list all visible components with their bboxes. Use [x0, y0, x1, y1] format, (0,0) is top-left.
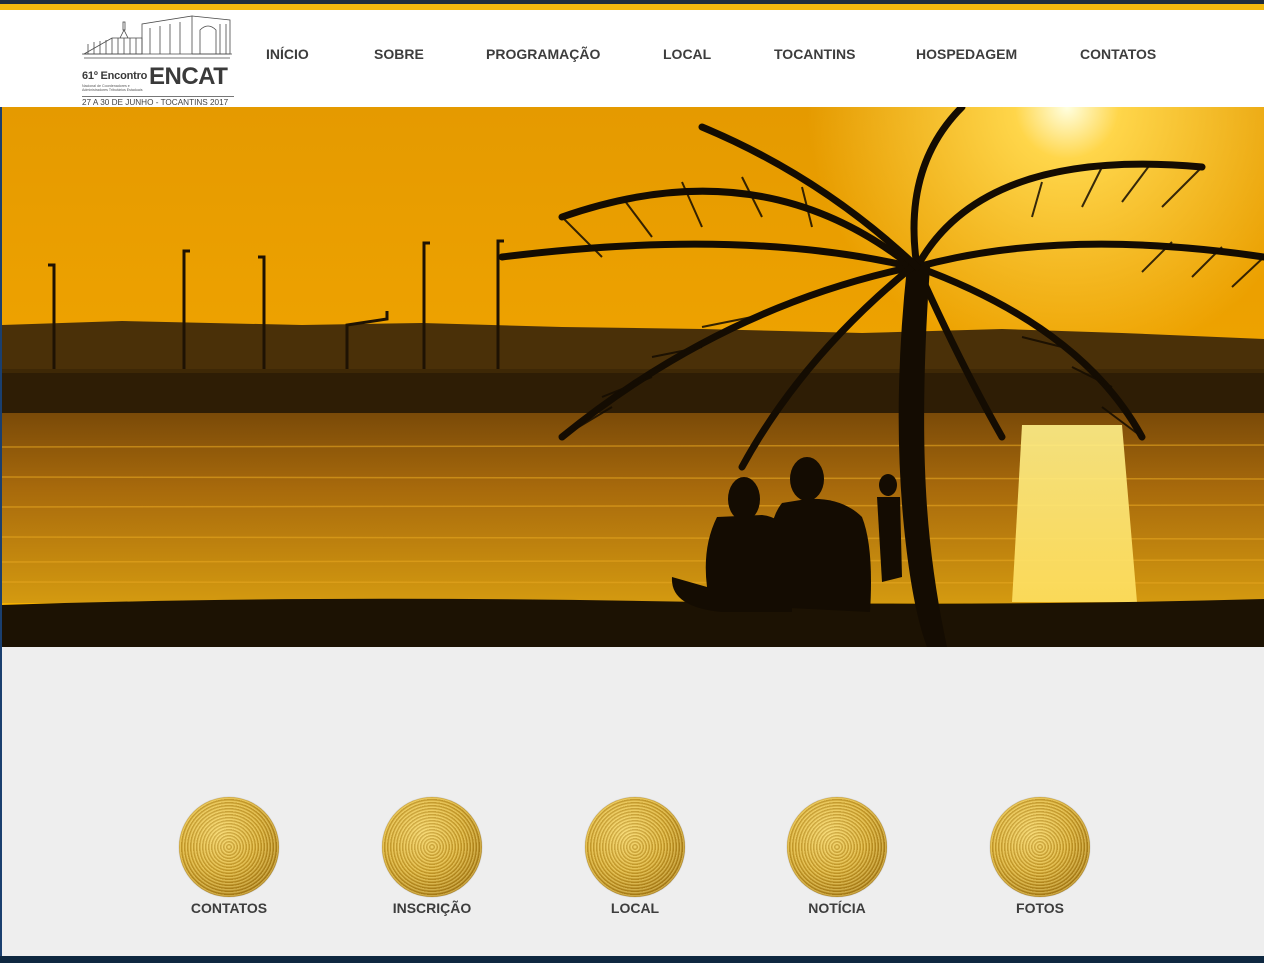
gold-coin-icon[interactable]: [585, 797, 685, 897]
gold-coin-icon[interactable]: [787, 797, 887, 897]
quick-link-label[interactable]: FOTOS: [950, 900, 1130, 916]
nav-item-local[interactable]: LOCAL: [663, 46, 711, 62]
gold-coin-icon[interactable]: [382, 797, 482, 897]
nav-item-tocantins[interactable]: TOCANTINS: [774, 46, 855, 62]
sunset-beach-photo: [2, 107, 1264, 647]
nav-item-contatos[interactable]: CONTATOS: [1080, 46, 1156, 62]
logo-subtitle-text: Nacional de Coordenadores e Administrado…: [82, 84, 143, 92]
site-header: 61º Encontro Nacional de Coordenadores e…: [0, 10, 1264, 107]
quick-link-noticia[interactable]: NOTÍCIA: [747, 797, 927, 917]
encat-logo[interactable]: 61º Encontro Nacional de Coordenadores e…: [82, 14, 234, 107]
nav-item-inicio[interactable]: INÍCIO: [266, 46, 309, 62]
quick-link-label[interactable]: CONTATOS: [139, 900, 319, 916]
gold-coin-icon[interactable]: [990, 797, 1090, 897]
nav-item-hospedagem[interactable]: HOSPEDAGEM: [916, 46, 1017, 62]
hero-banner-image: [0, 107, 1264, 647]
quick-link-contatos[interactable]: CONTATOS: [139, 797, 319, 917]
quick-links-section: CONTATOS INSCRIÇÃO LOCAL NOTÍCIA FOTOS: [0, 647, 1264, 956]
nav-item-sobre[interactable]: SOBRE: [374, 46, 424, 62]
quick-link-local[interactable]: LOCAL: [545, 797, 725, 917]
building-illustration-icon: [82, 15, 232, 59]
quick-link-fotos[interactable]: FOTOS: [950, 797, 1130, 917]
logo-date-text: 27 A 30 DE JUNHO - TOCANTINS 2017: [82, 96, 234, 107]
bottom-bar: [0, 956, 1264, 963]
logo-edition-text: 61º Encontro: [82, 70, 148, 82]
logo-brand-text: ENCAT: [149, 63, 228, 90]
nav-item-programacao[interactable]: PROGRAMAÇÃO: [486, 46, 600, 62]
quick-link-label[interactable]: NOTÍCIA: [747, 900, 927, 916]
gold-coin-icon[interactable]: [179, 797, 279, 897]
quick-link-label[interactable]: INSCRIÇÃO: [342, 900, 522, 916]
top-accent-bar: [0, 0, 1264, 10]
quick-link-inscricao[interactable]: INSCRIÇÃO: [342, 797, 522, 917]
quick-link-label[interactable]: LOCAL: [545, 900, 725, 916]
